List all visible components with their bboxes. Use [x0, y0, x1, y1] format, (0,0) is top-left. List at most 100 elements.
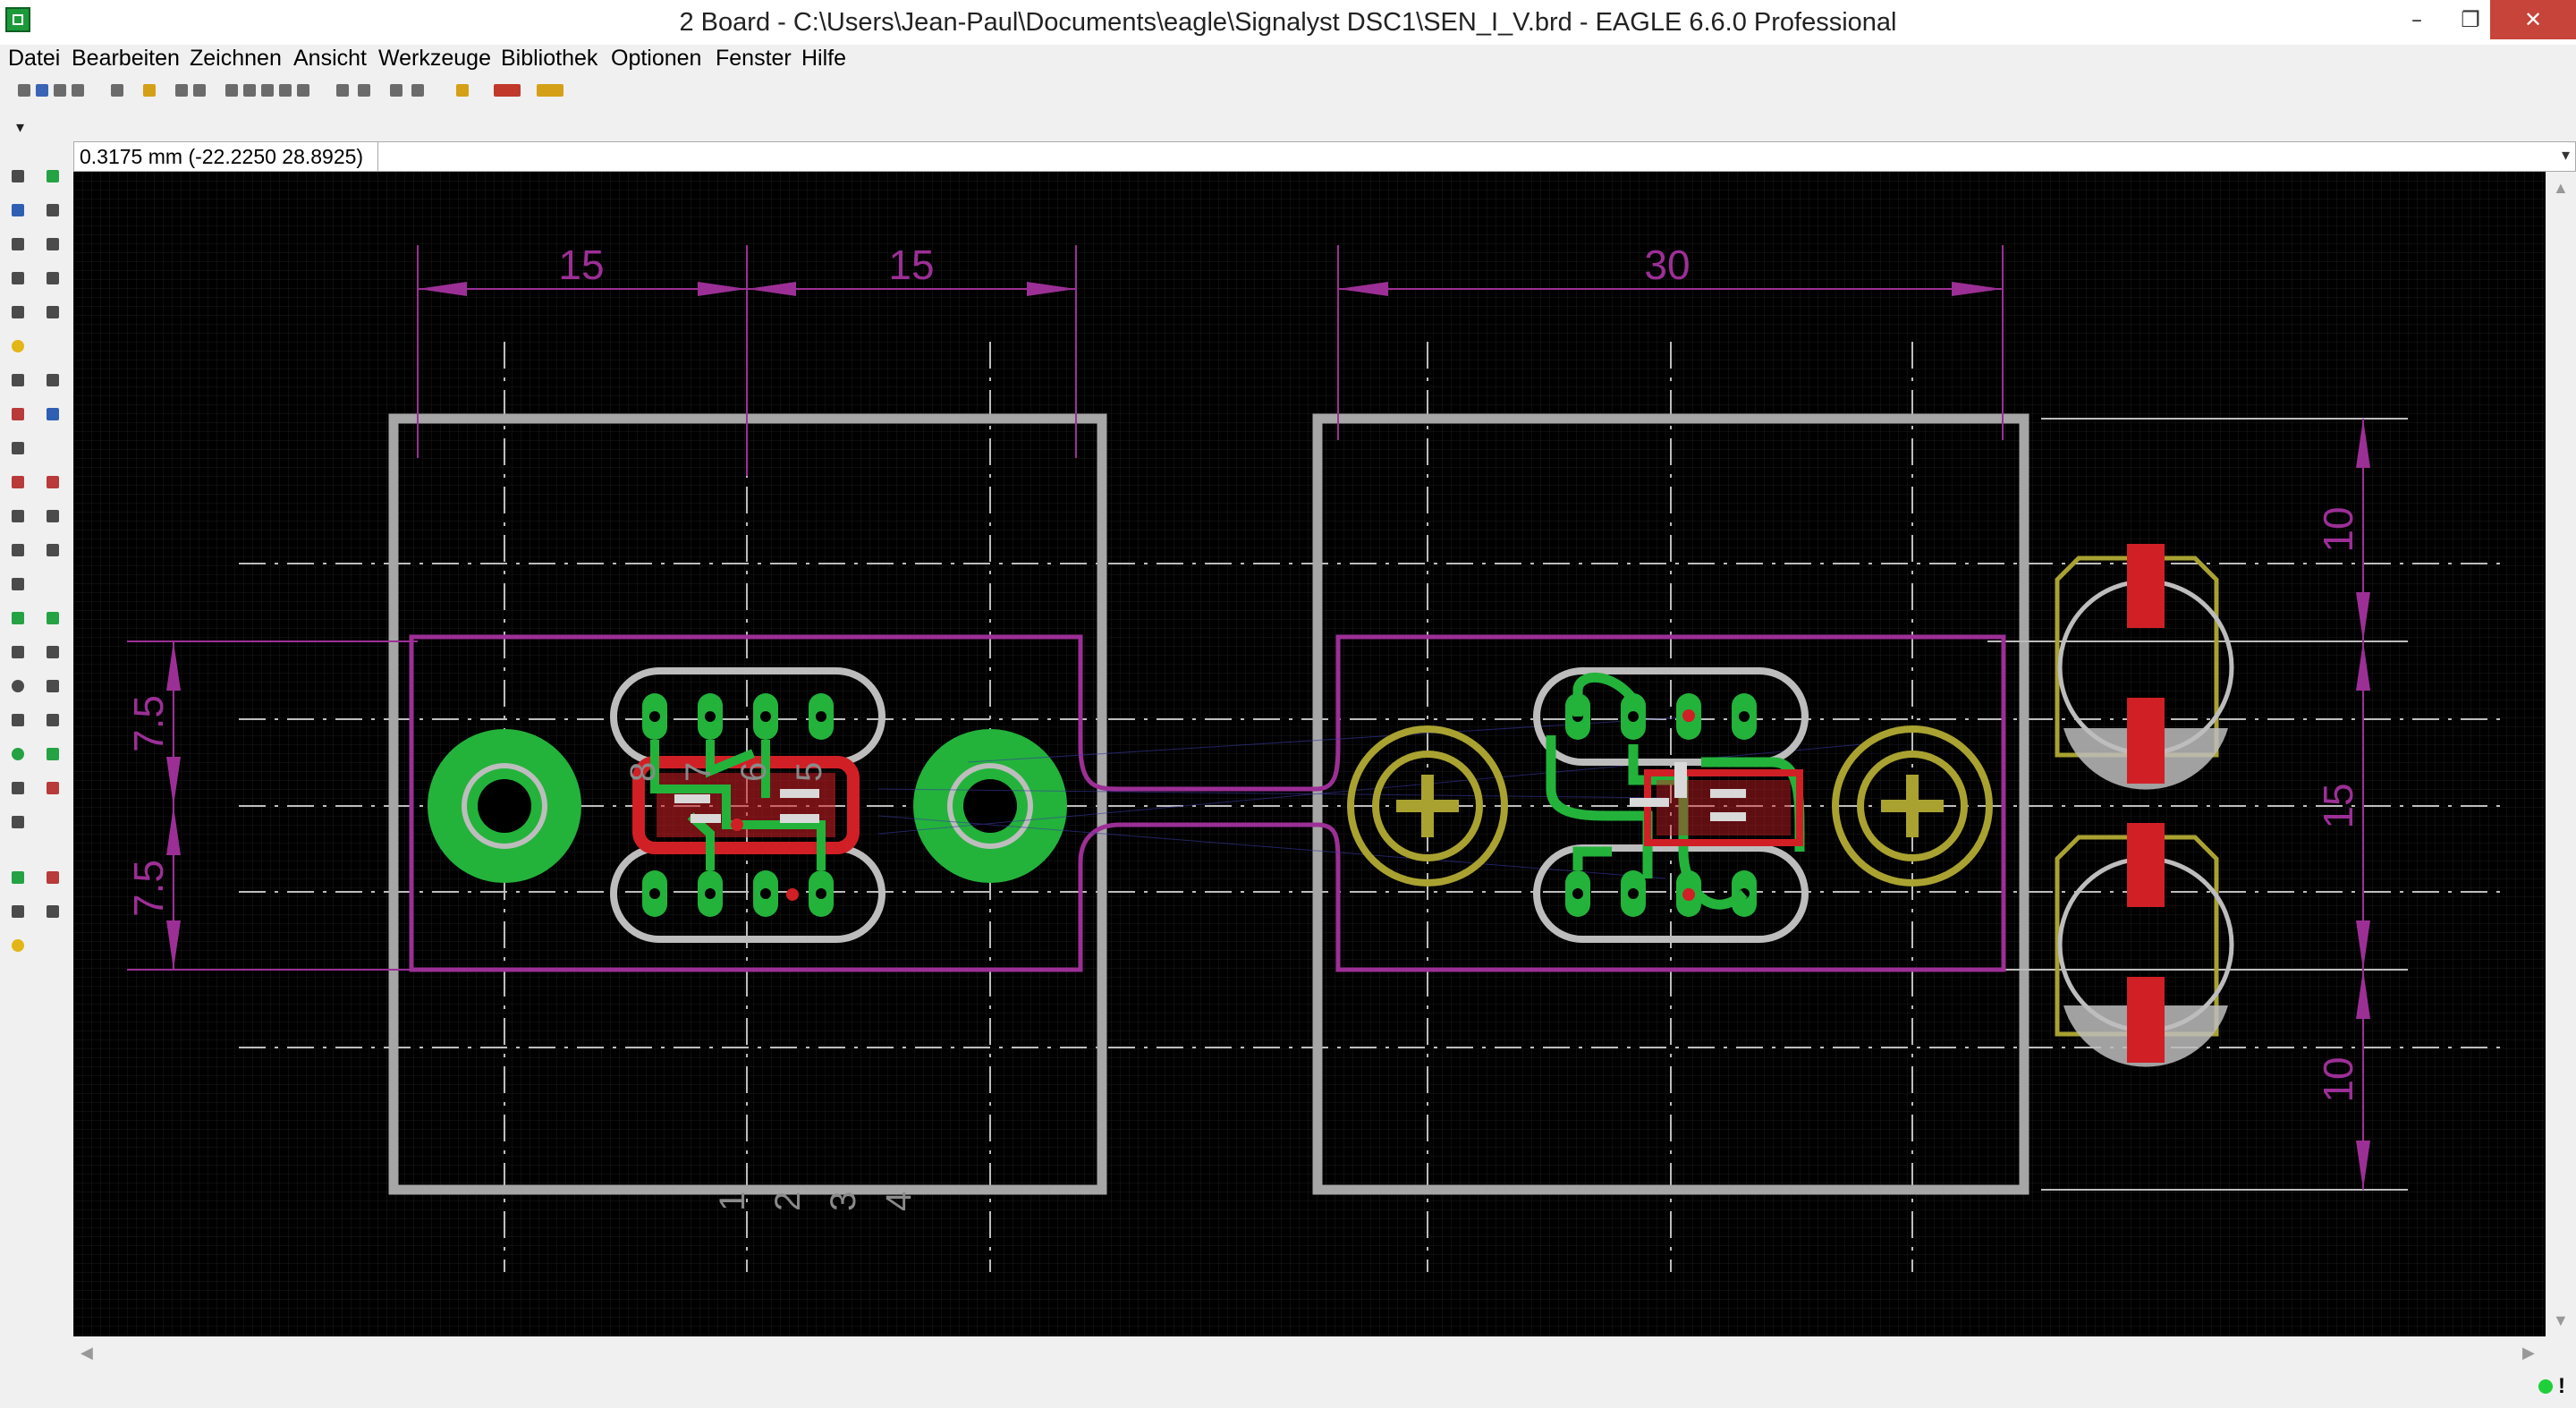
schematic-icon[interactable]	[111, 84, 123, 97]
menu-bibliothek[interactable]: Bibliothek	[501, 45, 597, 72]
print-icon[interactable]	[54, 84, 66, 97]
scroll-right-icon[interactable]: ▶	[2522, 1344, 2535, 1362]
autorouter-icon[interactable]	[47, 612, 59, 624]
command-history-dropdown-icon[interactable]: ▾	[2562, 146, 2570, 165]
window-title: 2 Board - C:\Users\Jean-Paul\Documents\e…	[679, 8, 1897, 37]
ripup-icon[interactable]	[47, 544, 59, 556]
status-led-icon	[2538, 1379, 2553, 1394]
drc-icon[interactable]	[47, 905, 59, 918]
save-icon[interactable]	[36, 84, 48, 97]
status-bar: !	[0, 1367, 2576, 1408]
pin-label-3: 3	[824, 1192, 863, 1211]
via-icon[interactable]	[12, 748, 24, 760]
wire-icon[interactable]	[12, 646, 24, 658]
delete-icon[interactable]	[12, 374, 24, 386]
zoom-redraw-icon[interactable]	[279, 84, 292, 97]
autoroute-grid-icon[interactable]	[47, 871, 59, 884]
zoom-out-icon[interactable]	[261, 84, 274, 97]
mirror-icon[interactable]	[12, 272, 24, 284]
menu-optionen[interactable]: Optionen	[611, 45, 701, 72]
minimize-button[interactable]: –	[2390, 0, 2444, 39]
ratsnest-icon[interactable]	[12, 871, 24, 884]
menu-fenster[interactable]: Fenster	[716, 45, 792, 72]
paste-icon[interactable]	[12, 340, 24, 352]
menu-werkzeuge[interactable]: Werkzeuge	[378, 45, 491, 72]
dimension-icon[interactable]	[12, 816, 24, 828]
maximize-button[interactable]: ❐	[2444, 0, 2497, 39]
horizontal-scrollbar[interactable]: ◀ ▶	[73, 1336, 2546, 1367]
stop-icon[interactable]	[390, 84, 402, 97]
name-icon[interactable]	[12, 442, 24, 454]
cam-icon[interactable]	[72, 84, 84, 97]
command-bar: 0.3175 mm (-22.2250 28.8925) ▾	[73, 141, 2576, 172]
close-button[interactable]: ✕	[2490, 0, 2576, 39]
board-canvas[interactable]: 15 15 30 7.5 7.5 10 15 10 8 7 6 5 1 2 3 …	[73, 172, 2546, 1336]
replace-icon[interactable]	[12, 408, 24, 420]
info-icon[interactable]	[12, 170, 24, 182]
mark-icon[interactable]	[47, 204, 59, 216]
board-icon[interactable]	[143, 84, 156, 97]
group-icon[interactable]	[12, 306, 24, 318]
signal-icon[interactable]	[12, 612, 24, 624]
parameter-dropdown-icon[interactable]: ▾	[16, 118, 24, 137]
zoom-fit-icon[interactable]	[225, 84, 238, 97]
scroll-up-icon[interactable]: ▲	[2553, 179, 2569, 198]
pin-label-6: 6	[734, 762, 774, 782]
move-icon[interactable]	[12, 238, 24, 250]
add-icon[interactable]	[47, 374, 59, 386]
miter-icon[interactable]	[47, 510, 59, 522]
pin-label-2: 2	[768, 1192, 808, 1211]
smash-icon[interactable]	[12, 476, 24, 488]
scroll-left-icon[interactable]: ◀	[80, 1344, 93, 1362]
eagle-3d-icon[interactable]	[537, 84, 564, 97]
menu-hilfe[interactable]: Hilfe	[801, 45, 846, 72]
erc-icon[interactable]	[12, 905, 24, 918]
signal-wire-icon[interactable]	[47, 748, 59, 760]
dim-right-span: 30	[1644, 242, 1690, 288]
board-drawing[interactable]: 15 15 30 7.5 7.5 10 15 10 8 7 6 5 1 2 3 …	[73, 172, 2546, 1336]
text-icon[interactable]	[47, 646, 59, 658]
status-warning-icon[interactable]: !	[2558, 1374, 2565, 1399]
go-icon[interactable]	[411, 84, 424, 97]
left-toolbar	[0, 157, 73, 1374]
pin-label-4: 4	[879, 1192, 919, 1211]
zoom-select-icon[interactable]	[297, 84, 309, 97]
scroll-down-icon[interactable]: ▼	[2553, 1311, 2569, 1330]
attribute-icon[interactable]	[47, 782, 59, 794]
change-icon[interactable]	[47, 306, 59, 318]
redo-icon[interactable]	[358, 84, 370, 97]
optimize-icon[interactable]	[12, 578, 24, 590]
errors-icon[interactable]	[12, 939, 24, 952]
open-icon[interactable]	[18, 84, 30, 97]
split-icon[interactable]	[12, 510, 24, 522]
route-icon[interactable]	[12, 544, 24, 556]
zoom-in-icon[interactable]	[243, 84, 256, 97]
copy-icon[interactable]	[47, 238, 59, 250]
coordinate-readout: 0.3175 mm (-22.2250 28.8925)	[74, 142, 378, 171]
rect-icon[interactable]	[12, 714, 24, 726]
display-icon[interactable]	[12, 204, 24, 216]
arc-icon[interactable]	[47, 680, 59, 692]
menu-datei[interactable]: Datei	[8, 45, 60, 72]
help-icon[interactable]	[456, 84, 469, 97]
menu-ansicht[interactable]: Ansicht	[293, 45, 367, 72]
circle-icon[interactable]	[12, 680, 24, 692]
vertical-scrollbar[interactable]: ▲ ▼	[2546, 172, 2576, 1336]
main-toolbar	[0, 73, 2576, 112]
show-icon[interactable]	[47, 170, 59, 182]
hole-icon[interactable]	[12, 782, 24, 794]
polygon-icon[interactable]	[47, 714, 59, 726]
script-icon[interactable]	[175, 84, 188, 97]
menu-bearbeiten[interactable]: Bearbeiten	[72, 45, 180, 72]
design-link-icon[interactable]	[494, 84, 521, 97]
pin-label-5: 5	[790, 762, 829, 782]
lock-icon[interactable]	[47, 408, 59, 420]
command-input[interactable]	[387, 144, 2546, 171]
rotate-icon[interactable]	[47, 272, 59, 284]
undo-icon[interactable]	[336, 84, 349, 97]
value-icon[interactable]	[47, 476, 59, 488]
pin-label-7: 7	[679, 762, 718, 782]
ulp-icon[interactable]	[193, 84, 206, 97]
menu-zeichnen[interactable]: Zeichnen	[190, 45, 282, 72]
dim-right-top: 10	[2315, 506, 2361, 552]
